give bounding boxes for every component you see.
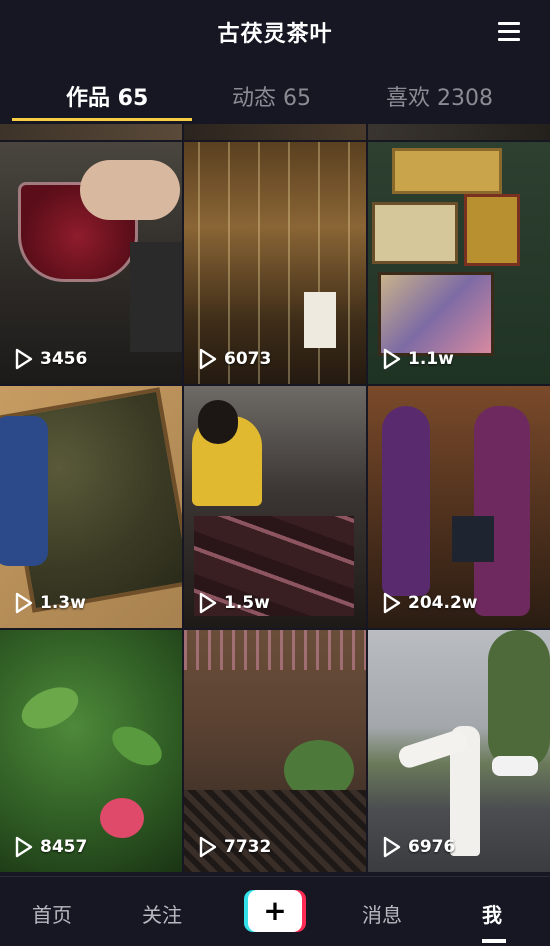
kettle-image <box>130 242 182 352</box>
video-thumbnail[interactable]: 1.1w <box>368 142 550 384</box>
play-icon <box>383 348 401 370</box>
video-thumbnail-partial[interactable] <box>184 124 366 140</box>
banner-image <box>304 292 336 348</box>
view-count: 1.5w <box>198 592 270 614</box>
video-thumbnail[interactable]: 8457 <box>0 630 182 872</box>
hamburger-menu-icon[interactable] <box>498 22 520 42</box>
plaque-image <box>392 148 502 194</box>
wicker-chairs-image <box>184 790 366 872</box>
play-icon <box>383 592 401 614</box>
play-icon <box>199 348 217 370</box>
nav-me[interactable]: 我 <box>482 899 502 928</box>
video-thumbnail[interactable]: 3456 <box>0 142 182 384</box>
arm-image <box>0 416 48 566</box>
view-count: 8457 <box>14 836 87 858</box>
leaf-image <box>105 718 169 774</box>
profile-title: 古茯灵茶叶 <box>217 22 333 47</box>
photo-collage-image <box>378 272 494 356</box>
view-count: 6073 <box>198 348 271 370</box>
pink-flower-image <box>100 798 144 838</box>
video-thumbnail[interactable]: 204.2w <box>368 386 550 628</box>
plaque-image <box>464 194 520 266</box>
play-icon <box>383 836 401 858</box>
video-thumbnail[interactable]: 1.3w <box>0 386 182 628</box>
view-count: 1.1w <box>382 348 454 370</box>
video-thumbnail-partial[interactable] <box>368 124 550 140</box>
video-thumbnail[interactable]: 6976 <box>368 630 550 872</box>
certificate-image <box>372 202 458 264</box>
nav-follow[interactable]: 关注 <box>142 899 182 928</box>
shopping-bags-image <box>452 516 494 562</box>
hand-image <box>80 160 180 220</box>
tab-activity[interactable]: 动态 65 <box>232 80 311 112</box>
play-icon <box>15 592 33 614</box>
profile-tabs: 作品 65 动态 65 喜欢 2308 <box>0 66 550 124</box>
view-count: 6976 <box>382 836 455 858</box>
create-video-button[interactable]: + <box>244 890 306 932</box>
person-image <box>474 406 530 616</box>
video-thumbnail[interactable]: 7732 <box>184 630 366 872</box>
bottom-navigation: 首页 关注 + 消息 我 <box>0 876 550 946</box>
car-image <box>492 756 538 776</box>
active-nav-indicator <box>482 939 506 943</box>
video-thumbnail[interactable]: 1.5w <box>184 386 366 628</box>
view-count: 3456 <box>14 348 87 370</box>
play-icon <box>199 592 217 614</box>
person-image <box>382 406 430 596</box>
play-icon <box>199 836 217 858</box>
hanging-flowers-image <box>184 630 366 670</box>
active-tab-indicator <box>12 118 192 121</box>
person-hair-image <box>198 400 238 444</box>
view-count: 204.2w <box>382 592 477 614</box>
view-count: 7732 <box>198 836 271 858</box>
video-thumbnail-partial[interactable] <box>0 124 182 140</box>
leaf-image <box>15 679 85 737</box>
tab-likes[interactable]: 喜欢 2308 <box>386 80 493 112</box>
play-icon <box>15 836 33 858</box>
play-icon <box>15 348 33 370</box>
video-grid: 3456 6073 1.1w 1.3w 1.5w 204.2w 8457 773… <box>0 124 550 876</box>
nav-messages[interactable]: 消息 <box>362 899 402 928</box>
view-count: 1.3w <box>14 592 86 614</box>
plus-icon: + <box>263 894 287 927</box>
nav-home[interactable]: 首页 <box>32 899 72 928</box>
tab-works[interactable]: 作品 65 <box>66 80 148 112</box>
tree-image <box>488 630 550 770</box>
video-thumbnail[interactable]: 6073 <box>184 142 366 384</box>
top-header: 古茯灵茶叶 <box>0 0 550 66</box>
